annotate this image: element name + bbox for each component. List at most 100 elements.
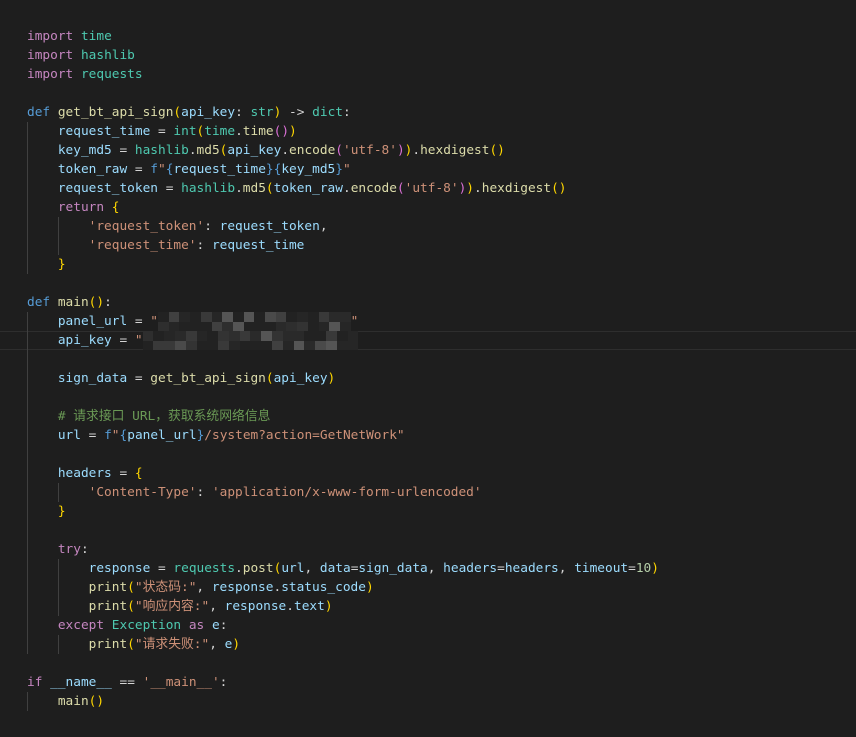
bracket-token: ( xyxy=(265,181,274,196)
redacted-value xyxy=(158,312,351,331)
code-line[interactable]: return { xyxy=(0,198,856,217)
indent-guide xyxy=(57,217,59,236)
redaction-mosaic-cell xyxy=(190,312,201,322)
code-line[interactable]: sign_data = get_bt_api_sign(api_key) xyxy=(0,369,856,388)
string-token: /system?action=GetNetWork" xyxy=(204,428,405,443)
bracket-token: ) xyxy=(466,181,475,196)
current-code-line[interactable]: api_key = " xyxy=(0,331,856,350)
redaction-mosaic-cell xyxy=(250,340,262,350)
redaction-mosaic-cell xyxy=(329,312,340,322)
redaction-mosaic-cell xyxy=(325,340,337,350)
redaction-mosaic-cell xyxy=(211,321,223,331)
function-name-token: get_bt_api_sign xyxy=(57,105,174,120)
punctuation-token: . xyxy=(281,143,290,158)
code-line[interactable]: print("状态码:", response.status_code) xyxy=(0,578,856,597)
indent-guide xyxy=(27,255,28,274)
code-line[interactable]: import hashlib xyxy=(0,46,856,65)
code-line[interactable]: key_md5 = hashlib.md5(api_key.encode('ut… xyxy=(0,141,856,160)
code-line[interactable]: 'request_token': request_token, xyxy=(0,217,856,236)
storage-keyword-token: f xyxy=(104,428,112,443)
code-line[interactable]: try: xyxy=(0,540,856,559)
punctuation-token: = xyxy=(111,333,135,348)
redaction-mosaic-cell xyxy=(168,312,180,322)
indent-guide xyxy=(57,483,59,502)
punctuation-token: = xyxy=(497,561,505,576)
function-name-token: main xyxy=(57,295,89,310)
code-line[interactable]: request_token = hashlib.md5(token_raw.en… xyxy=(0,179,856,198)
punctuation-token xyxy=(104,618,112,633)
code-line[interactable]: import requests xyxy=(0,65,856,84)
redaction-mosaic-cell xyxy=(222,312,233,322)
punctuation-token: . xyxy=(474,181,482,196)
keyword-token: import xyxy=(27,48,74,63)
indentation xyxy=(27,409,58,424)
code-line[interactable]: panel_url = " " xyxy=(0,312,856,331)
indent-guide xyxy=(27,350,28,369)
variable-token: request_time xyxy=(57,124,151,139)
punctuation-token: = xyxy=(150,124,174,139)
variable-token: response xyxy=(224,599,287,614)
code-line[interactable] xyxy=(0,445,856,464)
bracket-token: ) xyxy=(289,124,297,139)
code-line[interactable]: token_raw = f"{request_time}{key_md5}" xyxy=(0,160,856,179)
code-line[interactable] xyxy=(0,84,856,103)
redaction-mosaic-cell xyxy=(228,340,240,350)
punctuation-token: , xyxy=(427,561,444,576)
code-line[interactable] xyxy=(0,350,856,369)
redaction-mosaic-cell xyxy=(211,312,223,322)
code-line[interactable]: headers = { xyxy=(0,464,856,483)
code-line[interactable]: print("响应内容:", response.text) xyxy=(0,597,856,616)
code-line[interactable]: def get_bt_api_sign(api_key: str) -> dic… xyxy=(0,103,856,122)
code-line[interactable] xyxy=(0,521,856,540)
variable-token: token_raw xyxy=(57,162,128,177)
function-name-token: encode xyxy=(350,181,397,196)
redaction-mosaic-cell xyxy=(185,340,197,350)
code-line[interactable]: } xyxy=(0,502,856,521)
storage-keyword-token: def xyxy=(27,295,51,310)
code-line[interactable]: if __name__ == '__main__': xyxy=(0,673,856,692)
punctuation-token: = xyxy=(111,143,135,158)
punctuation-token: == xyxy=(111,675,143,690)
code-line[interactable]: } xyxy=(0,255,856,274)
redaction-mosaic-cell xyxy=(153,340,165,350)
code-line[interactable]: request_time = int(time.time()) xyxy=(0,122,856,141)
code-line[interactable]: main() xyxy=(0,692,856,711)
indent-guide xyxy=(27,483,28,502)
string-token: " xyxy=(342,162,351,177)
type-name-token: requests xyxy=(80,67,143,82)
function-name-token: md5 xyxy=(242,181,266,196)
punctuation-token xyxy=(73,29,81,44)
code-line[interactable]: def main(): xyxy=(0,293,856,312)
code-line[interactable]: url = f"{panel_url}/system?action=GetNet… xyxy=(0,426,856,445)
code-line[interactable]: response = requests.post(url, data=sign_… xyxy=(0,559,856,578)
bracket-token: ) xyxy=(651,561,659,576)
code-line[interactable]: import time xyxy=(0,27,856,46)
code-line[interactable]: except Exception as e: xyxy=(0,616,856,635)
string-token: " xyxy=(150,314,159,329)
code-line[interactable]: 'request_time': request_time xyxy=(0,236,856,255)
bracket-token: } xyxy=(57,504,66,519)
variable-token: request_time xyxy=(173,162,266,177)
redaction-mosaic-cell xyxy=(164,331,175,341)
indent-guide xyxy=(57,597,59,616)
code-line[interactable] xyxy=(0,388,856,407)
punctuation-token xyxy=(104,200,112,215)
indent-guide xyxy=(27,616,28,635)
code-line[interactable]: 'Content-Type': 'application/x-www-form-… xyxy=(0,483,856,502)
code-line[interactable] xyxy=(0,654,856,673)
bracket-token: { xyxy=(134,466,143,481)
code-editor[interactable]: import time import hashlib import requests… xyxy=(0,0,856,737)
keyword-token: try xyxy=(57,542,81,557)
code-line[interactable]: # 请求接口 URL，获取系统网络信息 xyxy=(0,407,856,426)
variable-token: response xyxy=(211,580,274,595)
bracket-token: () xyxy=(88,295,105,310)
code-line[interactable] xyxy=(0,274,856,293)
code-line[interactable]: print("请求失败:", e) xyxy=(0,635,856,654)
string-token: 'application/x-www-form-urlencoded' xyxy=(211,485,482,500)
punctuation-token: : xyxy=(196,485,212,500)
bracket-token: { xyxy=(111,200,120,215)
variable-token: token_raw xyxy=(273,181,343,196)
keyword-token: import xyxy=(27,29,74,44)
bracket-token: () xyxy=(273,124,290,139)
type-name-token: time xyxy=(80,29,112,44)
